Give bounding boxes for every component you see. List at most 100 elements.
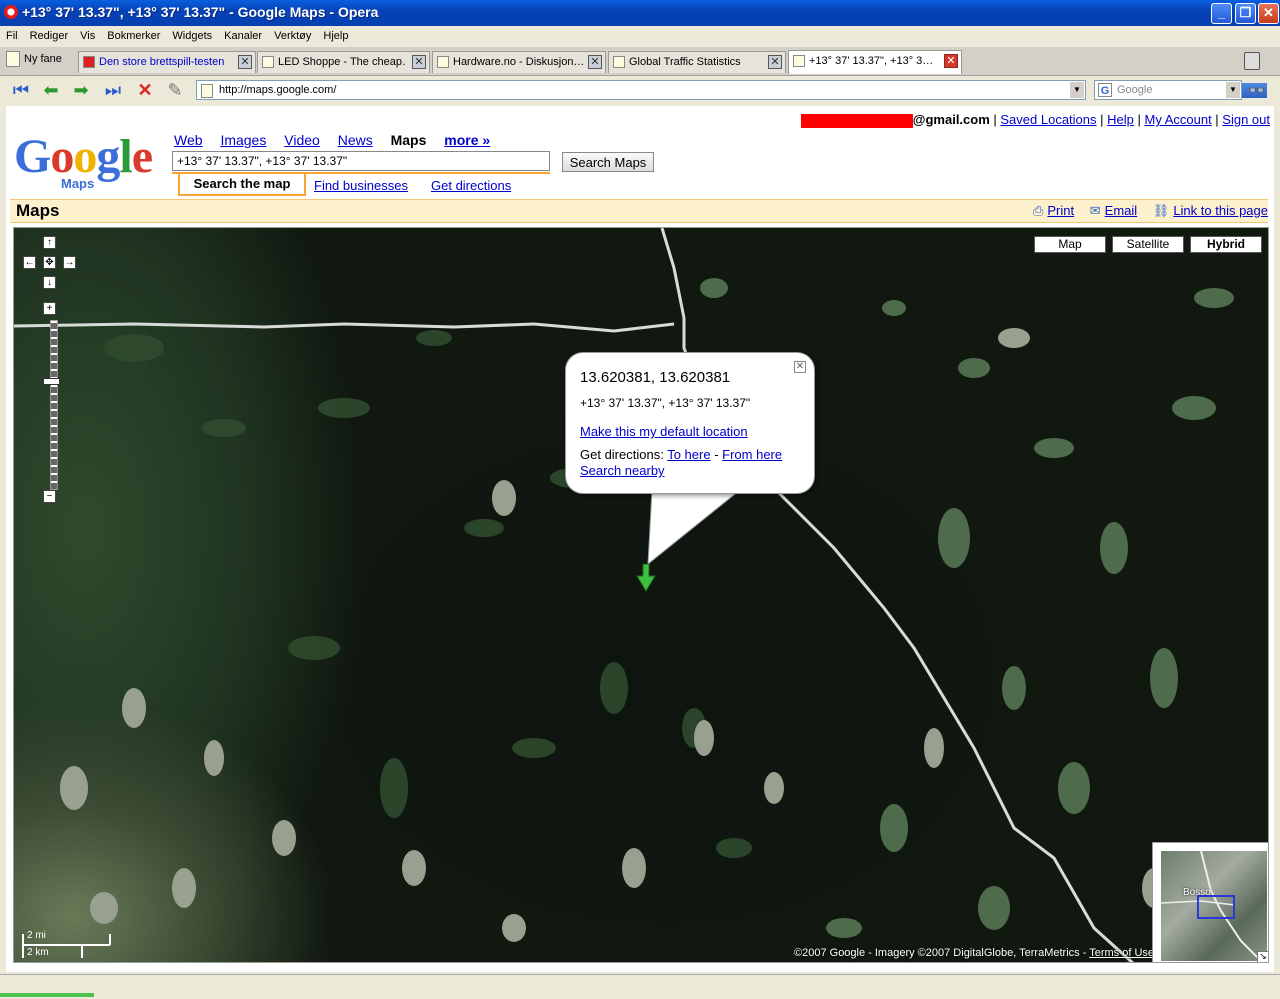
tab-global-traffic[interactable]: Global Traffic Statistics ✕	[608, 51, 786, 73]
stop-icon[interactable]: ✕	[134, 80, 156, 100]
zoom-slider-handle[interactable]	[43, 378, 60, 385]
print-link[interactable]: Print	[1047, 203, 1074, 218]
nav-more[interactable]: more »	[444, 132, 490, 148]
pan-left-button[interactable]: ←	[23, 256, 36, 269]
tab-led-shoppe[interactable]: LED Shoppe - The cheap… ✕	[257, 51, 430, 73]
account-bar: @gmail.com | Saved Locations | Help | My…	[800, 112, 1270, 128]
search-input[interactable]	[172, 151, 550, 171]
sign-out-link[interactable]: Sign out	[1222, 112, 1270, 127]
close-window-button[interactable]: ✕	[1258, 3, 1279, 24]
my-account-link[interactable]: My Account	[1144, 112, 1211, 127]
menu-widgets[interactable]: Widgets	[172, 30, 212, 42]
overview-viewport-box[interactable]	[1197, 895, 1235, 919]
link-to-page-link[interactable]: Link to this page	[1173, 203, 1268, 218]
fast-forward-icon[interactable]: ⏭	[102, 80, 124, 100]
terms-of-use-link[interactable]: Terms of Use	[1089, 947, 1154, 959]
nav-maps: Maps	[390, 132, 427, 148]
page-icon	[201, 84, 213, 98]
forward-icon[interactable]: ➡	[70, 80, 92, 100]
tab-find-businesses[interactable]: Find businesses	[314, 178, 408, 193]
map-type-hybrid[interactable]: Hybrid	[1190, 236, 1262, 253]
zoom-in-button[interactable]: +	[43, 302, 56, 315]
email-link[interactable]: Email	[1105, 203, 1138, 218]
scale-km: 2 km	[27, 947, 49, 958]
info-window: ✕ 13.620381, 13.620381 +13° 37' 13.37", …	[565, 352, 815, 494]
location-marker-icon[interactable]	[636, 564, 656, 592]
pan-up-button[interactable]: ↑	[43, 236, 56, 249]
new-tab-button[interactable]: Ny fane	[6, 51, 62, 67]
printer-icon: ⎙	[1032, 203, 1044, 218]
tab-close-icon[interactable]: ✕	[412, 55, 426, 69]
google-icon: G	[1098, 83, 1112, 97]
maps-header-bar: Maps ⎙ Print ✉ Email ⛓ Link to this page	[10, 199, 1268, 223]
maximize-button[interactable]: ❐	[1235, 3, 1256, 24]
search-nearby-link[interactable]: Search nearby	[580, 463, 665, 478]
menu-bokmerker[interactable]: Bokmerker	[107, 30, 160, 42]
tab-close-icon[interactable]: ✕	[768, 55, 782, 69]
help-link[interactable]: Help	[1107, 112, 1134, 127]
tab-get-directions[interactable]: Get directions	[431, 178, 511, 193]
back-icon[interactable]: ⬅	[40, 80, 62, 100]
menu-vis[interactable]: Vis	[80, 30, 95, 42]
chevron-down-icon[interactable]: ▼	[1226, 82, 1240, 98]
from-here-link[interactable]: From here	[722, 447, 782, 462]
chevron-down-icon[interactable]: ▼	[1070, 82, 1084, 98]
nav-web[interactable]: Web	[174, 132, 203, 148]
close-icon[interactable]: ✕	[794, 361, 806, 373]
info-window-tail	[647, 490, 741, 566]
search-placeholder: Google	[1117, 84, 1153, 96]
pan-right-button[interactable]: →	[63, 256, 76, 269]
tab-close-icon[interactable]: ✕	[238, 55, 252, 69]
tab-search-the-map[interactable]: Search the map	[178, 174, 306, 196]
directions-separator: -	[710, 447, 723, 462]
search-tabs: Search the map Find businesses Get direc…	[172, 172, 550, 196]
address-url: http://maps.google.com/	[219, 84, 337, 96]
window-title: +13° 37' 13.37", +13° 37' 13.37" - Googl…	[22, 4, 379, 20]
directions-label: Get directions:	[580, 447, 664, 462]
redacted-username	[800, 113, 913, 128]
site-favicon	[83, 56, 95, 68]
map-type-map[interactable]: Map	[1034, 236, 1106, 253]
trash-icon[interactable]	[1244, 52, 1260, 70]
google-maps-logo[interactable]: Google Maps	[14, 130, 164, 192]
menu-verktoy[interactable]: Verktøy	[274, 30, 311, 42]
saved-locations-link[interactable]: Saved Locations	[1000, 112, 1096, 127]
pan-center-button[interactable]: ✥	[43, 256, 56, 269]
tab-close-icon[interactable]: ✕	[588, 55, 602, 69]
pan-down-button[interactable]: ↓	[43, 276, 56, 289]
menu-hjelp[interactable]: Hjelp	[323, 30, 348, 42]
progress-bar	[0, 993, 94, 997]
search-maps-button[interactable]: Search Maps	[562, 152, 654, 172]
overview-place-label: Bosso	[1183, 887, 1211, 898]
tab-google-maps[interactable]: +13° 37' 13.37", +13° 3… ✕	[788, 50, 962, 74]
rewind-icon[interactable]: ⏮	[10, 80, 32, 100]
minimize-button[interactable]: _	[1211, 3, 1232, 24]
nav-video[interactable]: Video	[284, 132, 320, 148]
menu-kanaler[interactable]: Kanaler	[224, 30, 262, 42]
glasses-icon[interactable]: 👓	[1248, 82, 1265, 99]
nav-images[interactable]: Images	[220, 132, 266, 148]
tab-hardware[interactable]: Hardware.no - Diskusjon… ✕	[432, 51, 606, 73]
default-location-link[interactable]: Make this my default location	[580, 424, 748, 439]
status-bar	[0, 974, 1280, 999]
map-scale: 2 mi 2 km	[22, 930, 114, 960]
page-icon	[262, 56, 274, 68]
zoom-slider-track[interactable]	[50, 320, 58, 490]
zoom-out-button[interactable]: −	[43, 490, 56, 503]
maps-heading: Maps	[16, 201, 60, 220]
menu-fil[interactable]: Fil	[6, 30, 18, 42]
overview-toggle-icon[interactable]: ↘	[1257, 951, 1268, 962]
address-field[interactable]: http://maps.google.com/ Bilder: 180/181 …	[196, 80, 1267, 100]
page-icon	[6, 51, 20, 67]
nav-news[interactable]: News	[338, 132, 373, 148]
map-type-satellite[interactable]: Satellite	[1112, 236, 1184, 253]
web-search-field[interactable]: G Google ▼	[1094, 80, 1242, 100]
info-window-coordinates: +13° 37' 13.37", +13° 37' 13.37"	[580, 396, 751, 410]
tab-brettspill[interactable]: Den store brettspill-testen ✕	[78, 51, 256, 73]
map-viewport[interactable]: ↑ ← ✥ → ↓ + − Map Satellite Hybrid ✕ 13.…	[13, 227, 1269, 963]
edit-icon[interactable]: ✎	[164, 80, 186, 100]
tab-close-icon[interactable]: ✕	[944, 54, 958, 68]
overview-map[interactable]: Bosso ↘	[1152, 842, 1268, 962]
menu-rediger[interactable]: Rediger	[30, 30, 69, 42]
to-here-link[interactable]: To here	[667, 447, 710, 462]
